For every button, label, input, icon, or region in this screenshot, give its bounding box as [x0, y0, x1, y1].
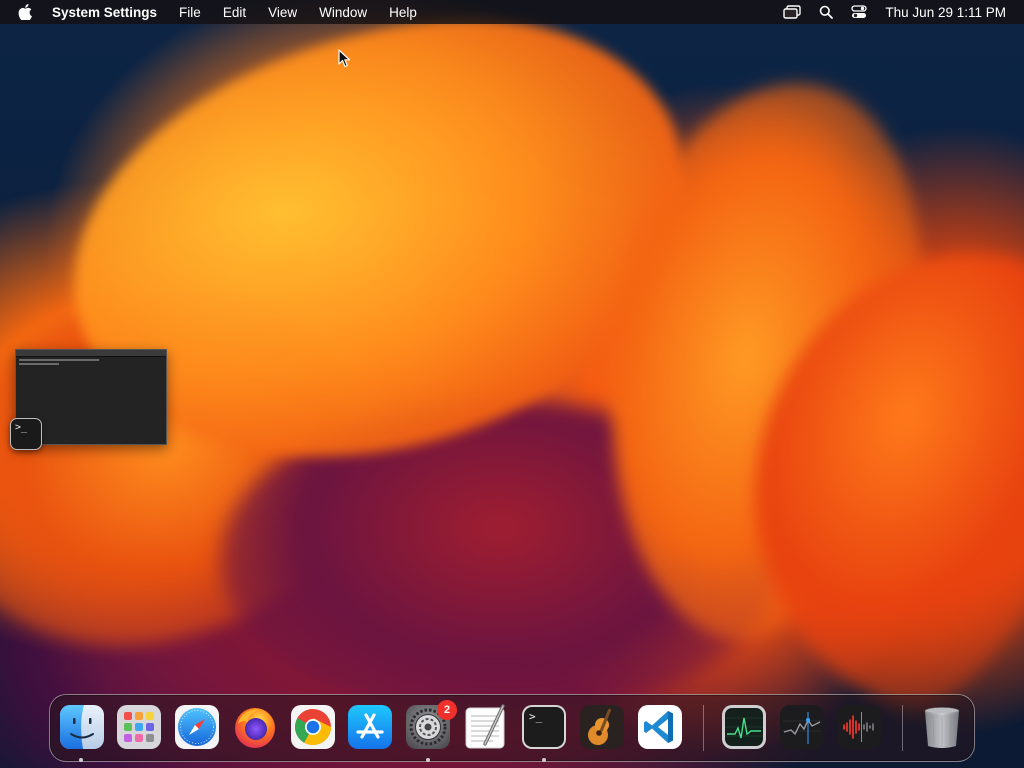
- launchpad-icon: [117, 705, 161, 749]
- trash-icon: [924, 707, 960, 748]
- terminal-prompt-label: >_: [15, 422, 28, 433]
- app-store-icon: [348, 705, 392, 749]
- menu-bar-clock[interactable]: Thu Jun 29 1:11 PM: [885, 5, 1006, 20]
- terminal-thumbnail-text-line: [19, 363, 59, 365]
- menu-help[interactable]: Help: [389, 5, 417, 20]
- dock-textedit[interactable]: [463, 704, 509, 750]
- dock: >_: [49, 694, 975, 762]
- dock-separator: [703, 705, 704, 751]
- menu-bar: System Settings File Edit View Window He…: [0, 0, 1024, 24]
- dock-launchpad[interactable]: [116, 704, 162, 750]
- mouse-cursor-icon: [338, 49, 351, 68]
- dock-running-indicator: [79, 758, 83, 762]
- screen-mirroring-icon[interactable]: [783, 5, 802, 19]
- menu-app-name[interactable]: System Settings: [52, 5, 157, 20]
- menu-file[interactable]: File: [179, 5, 201, 20]
- dock-voice-memos[interactable]: [836, 704, 882, 750]
- dock-app-store[interactable]: [347, 704, 393, 750]
- dock-terminal-prompt: >_: [529, 710, 543, 723]
- dock-safari[interactable]: [174, 704, 220, 750]
- menu-bar-extras: Thu Jun 29 1:11 PM: [783, 0, 1006, 24]
- voice-memos-icon: [837, 705, 881, 749]
- activity-monitor-icon: [722, 705, 766, 749]
- menu-view[interactable]: View: [268, 5, 297, 20]
- terminal-icon: [522, 705, 566, 749]
- dock-chrome[interactable]: [290, 704, 336, 750]
- apple-menu-icon[interactable]: [18, 4, 34, 20]
- menu-edit[interactable]: Edit: [223, 5, 246, 20]
- menu-window[interactable]: Window: [319, 5, 367, 20]
- terminal-app-badge[interactable]: >_: [10, 418, 42, 450]
- textedit-icon: [465, 704, 505, 749]
- dock-vscode[interactable]: [637, 704, 683, 750]
- stocks-icon: [780, 705, 824, 749]
- garageband-icon: [580, 705, 624, 749]
- dock-terminal[interactable]: >_: [521, 704, 567, 750]
- dock-running-indicator: [542, 758, 546, 762]
- dock-firefox[interactable]: [232, 704, 278, 750]
- safari-icon: [175, 705, 219, 749]
- control-center-icon[interactable]: [851, 5, 868, 19]
- firefox-icon: [235, 708, 275, 748]
- dock-stocks[interactable]: [779, 704, 825, 750]
- dock-finder[interactable]: [59, 704, 105, 750]
- terminal-thumbnail-text-line: [19, 359, 99, 361]
- finder-icon: [60, 705, 104, 749]
- dock-trash[interactable]: [919, 704, 965, 750]
- dock-running-indicator: [426, 758, 430, 762]
- vscode-icon: [638, 705, 682, 749]
- dock-separator: [902, 705, 903, 751]
- dock-activity-monitor[interactable]: [721, 704, 767, 750]
- spotlight-search-icon[interactable]: [819, 5, 834, 19]
- dock-garageband[interactable]: [579, 704, 625, 750]
- chrome-icon: [291, 705, 335, 749]
- system-settings-notification-badge: 2: [437, 700, 457, 720]
- terminal-thumbnail-titlebar: [16, 350, 166, 357]
